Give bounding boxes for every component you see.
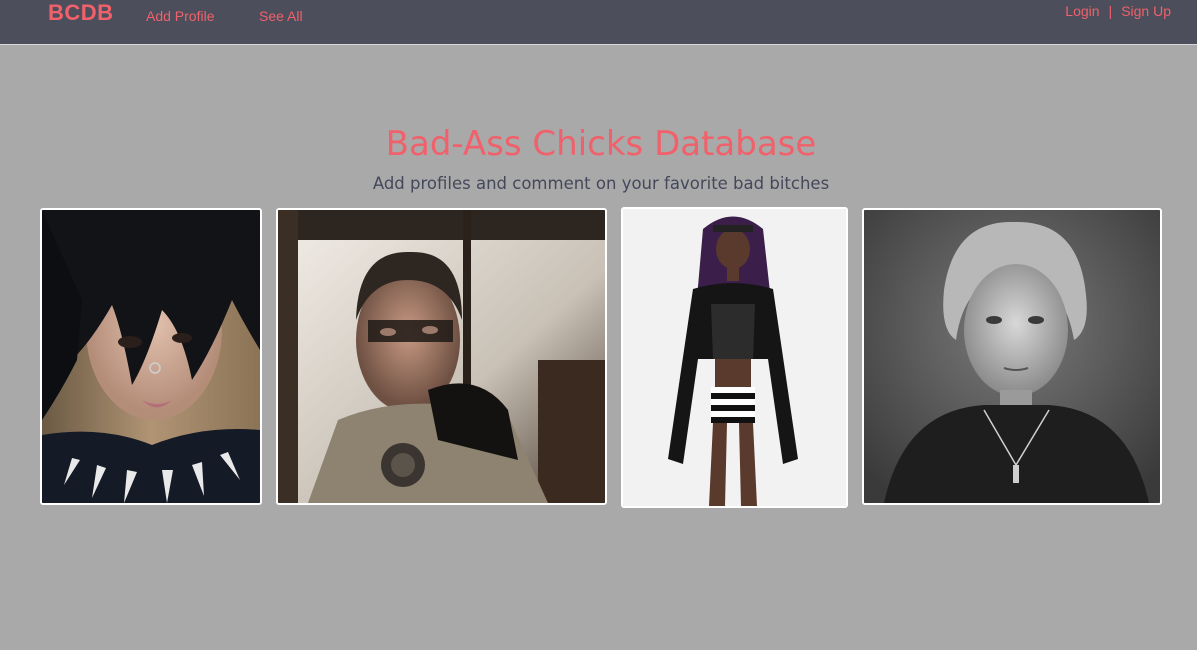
page-subtitle: Add profiles and comment on your favorit… [372,174,830,193]
brand-logo-link[interactable]: BCDB [48,0,114,26]
auth-separator: | [1108,3,1113,19]
profile-photo-3 [623,209,846,506]
profile-photo-4 [864,210,1160,503]
see-all-link[interactable]: See All [259,8,303,24]
profile-photo-2 [278,210,605,503]
profile-card-2[interactable] [276,208,607,505]
profile-card-4[interactable] [862,208,1162,505]
profile-card-3[interactable] [621,207,848,508]
login-link[interactable]: Login [1065,3,1099,19]
profile-card-1[interactable] [40,208,262,505]
signup-link[interactable]: Sign Up [1121,3,1171,19]
add-profile-link[interactable]: Add Profile [146,8,214,24]
auth-links: Login | Sign Up [1065,3,1171,19]
navbar: BCDB Add Profile See All Login | Sign Up [0,0,1197,45]
profile-photo-1 [42,210,260,503]
page-title: Bad-Ass Chicks Database [385,124,817,164]
